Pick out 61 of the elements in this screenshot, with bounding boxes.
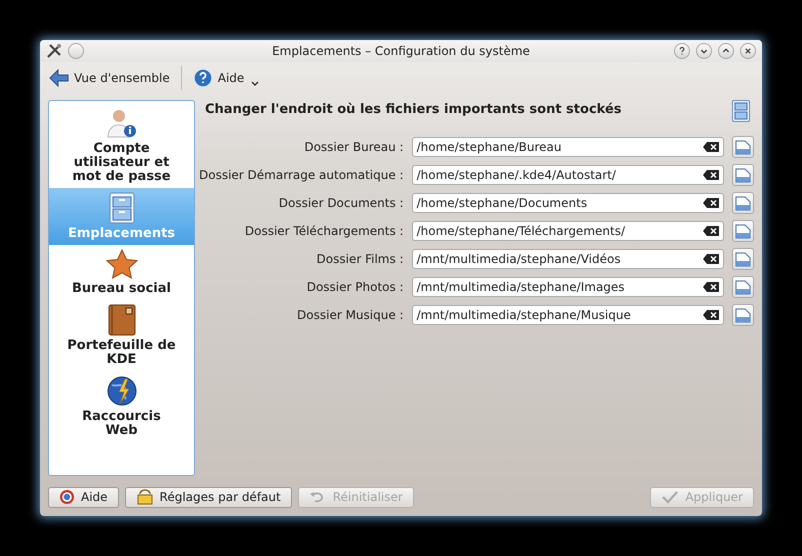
help-icon	[192, 68, 213, 88]
browse-button[interactable]	[732, 304, 754, 326]
clear-icon[interactable]	[703, 282, 719, 292]
folder-icon	[735, 307, 751, 323]
path-field[interactable]: /mnt/multimedia/stephane/Vidéos	[412, 249, 724, 269]
clear-icon[interactable]	[703, 198, 719, 208]
wallet-icon	[108, 304, 136, 336]
minimize-button[interactable]	[696, 43, 712, 59]
field-label: Dossier Bureau :	[303, 140, 404, 154]
sidebar-item[interactable]: Compte utilisateur et mot de passe	[49, 103, 194, 188]
lifebuoy-icon	[59, 489, 75, 505]
window-title: Emplacements – Configuration du système	[271, 44, 531, 58]
browse-button[interactable]	[732, 276, 754, 298]
sidebar-item[interactable]: Raccourcis Web	[49, 371, 194, 442]
path-field[interactable]: /home/stephane/Documents	[412, 193, 724, 213]
field-label: Dossier Démarrage automatique :	[199, 168, 404, 182]
folder-icon	[735, 251, 751, 267]
folder-icon	[735, 279, 751, 295]
help-button[interactable]: Aide	[48, 486, 119, 508]
back-arrow-icon	[49, 69, 69, 87]
maximize-button[interactable]	[718, 43, 734, 59]
path-field[interactable]: /home/stephane/Téléchargements/	[412, 221, 724, 241]
field-label: Dossier Films :	[316, 252, 404, 266]
defaults-button[interactable]: Réglages par défaut	[124, 486, 292, 508]
cabinet-icon	[108, 192, 134, 224]
folder-icon	[735, 223, 751, 239]
user-icon	[106, 107, 138, 139]
browse-button[interactable]	[732, 248, 754, 270]
field-label: Dossier Photos :	[306, 280, 404, 294]
folder-icon	[735, 195, 751, 211]
section-heading: Changer l'endroit où les fichiers importants sont stockés	[205, 102, 622, 117]
checkmark-icon	[661, 489, 680, 505]
close-button[interactable]	[740, 43, 756, 59]
clear-icon[interactable]	[703, 226, 719, 236]
tools-icon[interactable]	[46, 43, 62, 59]
browse-button[interactable]	[732, 164, 754, 186]
globe-icon	[106, 375, 138, 407]
folder-icon	[735, 139, 751, 155]
overview-button[interactable]: Vue d'ensemble	[46, 67, 173, 89]
path-field[interactable]: /home/stephane/Bureau	[412, 137, 724, 157]
help-button[interactable]: Aide	[190, 66, 248, 90]
help-button[interactable]	[674, 43, 690, 59]
clear-icon[interactable]	[703, 142, 719, 152]
field-label: Dossier Documents :	[278, 196, 404, 210]
field-label: Dossier Téléchargements :	[244, 224, 404, 238]
browse-button[interactable]	[732, 192, 754, 214]
clear-icon[interactable]	[703, 254, 719, 264]
path-field[interactable]: /mnt/multimedia/stephane/Musique	[412, 305, 724, 325]
field-label: Dossier Musique :	[296, 308, 404, 322]
sidebar-item[interactable]: Bureau social	[49, 245, 194, 300]
browse-button[interactable]	[732, 136, 754, 158]
sidebar-item[interactable]: Portefeuille de KDE	[49, 300, 194, 371]
browse-button[interactable]	[732, 220, 754, 242]
clear-icon[interactable]	[703, 170, 719, 180]
path-field[interactable]: /home/stephane/.kde4/Autostart/	[412, 165, 724, 185]
path-field[interactable]: /mnt/multimedia/stephane/Images	[412, 277, 724, 297]
star-icon	[106, 249, 138, 279]
folder-icon	[735, 167, 751, 183]
cabinet-icon	[732, 100, 750, 122]
caret-icon[interactable]	[251, 81, 260, 87]
clear-icon[interactable]	[703, 310, 719, 320]
